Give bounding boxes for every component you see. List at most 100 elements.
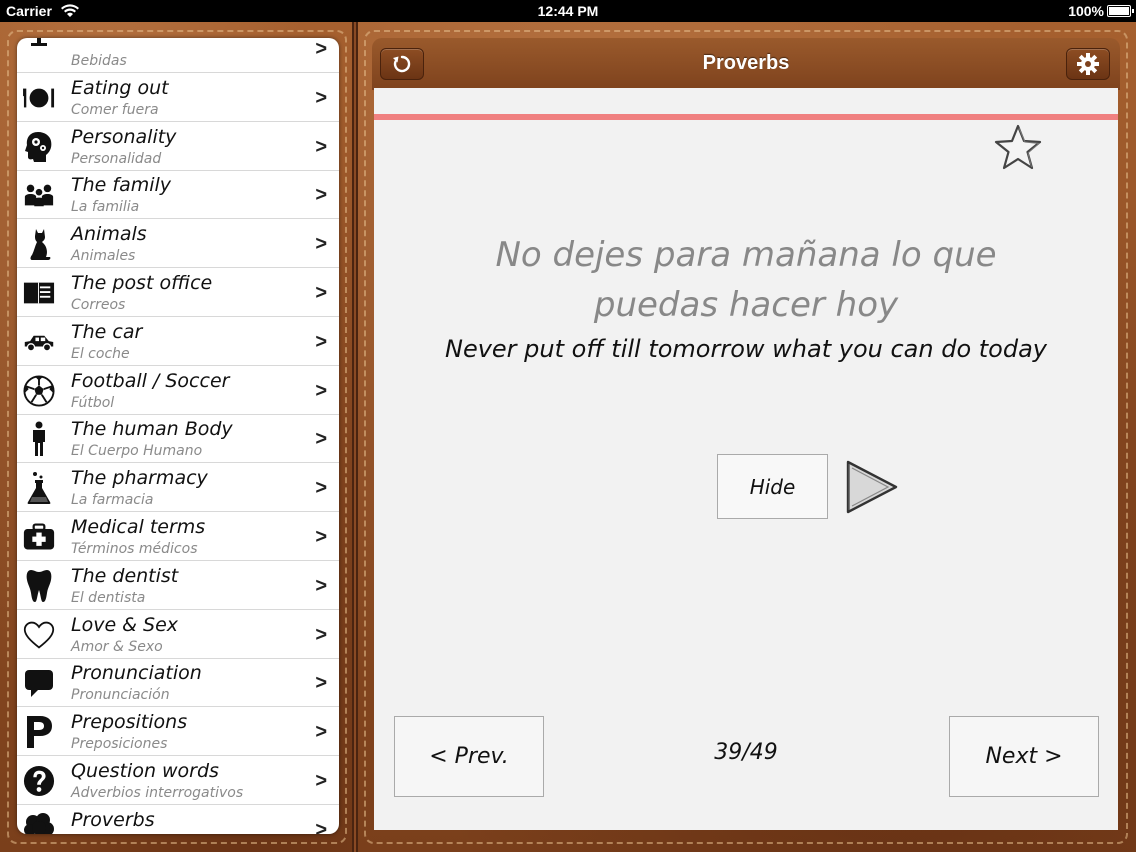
list-item-title: Animals	[71, 223, 147, 246]
chevron-right-icon: >	[315, 477, 327, 500]
chevron-right-icon: >	[315, 770, 327, 792]
next-button[interactable]: Next >	[949, 716, 1099, 797]
car-icon	[23, 326, 55, 358]
head-gears-icon	[23, 131, 55, 163]
chevron-right-icon: >	[315, 818, 327, 834]
chevron-right-icon: >	[315, 38, 327, 60]
list-item-subtitle: Correos	[71, 297, 126, 313]
medical-kit-icon	[23, 521, 55, 553]
list-item[interactable]: Prepositions Preposiciones >	[17, 707, 339, 757]
clock: 12:44 PM	[537, 3, 599, 19]
chevron-right-icon: >	[315, 623, 327, 646]
prev-button[interactable]: < Prev.	[394, 716, 544, 797]
list-item-subtitle: Personalidad	[71, 150, 162, 167]
list-item-title: Prepositions	[71, 711, 188, 734]
chevron-right-icon: >	[315, 282, 327, 304]
list-item[interactable]: The pharmacy La farmacia >	[17, 463, 339, 513]
list-item-subtitle: El Cuerpo Humano	[71, 443, 203, 460]
list-item[interactable]: The car El coche >	[17, 317, 339, 366]
chevron-right-icon: >	[315, 184, 327, 207]
list-item-title: Proverbs	[71, 808, 155, 831]
list-item-subtitle: El coche	[71, 345, 130, 362]
flask-icon	[23, 472, 55, 505]
chevron-right-icon: >	[315, 721, 327, 744]
gear-icon	[1077, 53, 1099, 75]
list-item-title: The pharmacy	[71, 467, 208, 490]
chevron-right-icon: >	[315, 233, 327, 256]
battery-icon	[1107, 5, 1134, 17]
list-item-subtitle: Pronunciación	[71, 687, 170, 704]
battery-percent: 100%	[1068, 3, 1104, 19]
list-item-title: The dentist	[71, 564, 179, 587]
list-item[interactable]: Love & Sex Amor & Sexo >	[17, 610, 339, 659]
list-item-subtitle: La farmacia	[71, 492, 154, 509]
mail-icon	[23, 277, 55, 309]
list-item[interactable]: ProverbsRefranes>	[17, 805, 339, 834]
list-item[interactable]: The human Body El Cuerpo Humano >	[17, 414, 339, 464]
list-item-title: Question words	[71, 760, 219, 782]
accent-line	[374, 114, 1118, 120]
spanish-proverb: No dejes para mañana lo que puedas hacer…	[495, 235, 997, 325]
topic-list[interactable]: Bebidas > Eating out Comer fuera > Personalit…	[17, 38, 339, 834]
list-item-title: The human Body	[71, 418, 233, 441]
hide-button[interactable]: Hide	[717, 454, 828, 519]
list-item-title: The post office	[71, 272, 213, 294]
list-item-title: Pronunciation	[71, 662, 202, 685]
list-item-title: Eating out	[71, 76, 169, 99]
chevron-right-icon: >	[315, 672, 327, 695]
list-item-subtitle: Comer fuera	[71, 101, 159, 118]
list-item[interactable]: Question words Adverbios interrogativos >	[17, 756, 339, 805]
person-icon	[23, 421, 55, 457]
list-item-subtitle: Amor & Sexo	[71, 638, 163, 655]
nav-title: Proverbs	[702, 52, 790, 74]
list-item-title: The car	[71, 320, 143, 343]
list-item[interactable]: Personality Personalidad >	[17, 122, 339, 171]
soccer-ball-icon	[23, 375, 55, 407]
english-translation: Never put off till tomorrow what you can…	[444, 335, 1047, 363]
list-item-subtitle: Fútbol	[71, 394, 115, 411]
list-item-subtitle: Animales	[71, 248, 136, 265]
cat-icon	[23, 228, 55, 261]
speech-bubble-icon	[23, 667, 55, 699]
settings-button[interactable]	[1066, 48, 1110, 80]
nav-bar: Proverbs	[372, 38, 1120, 90]
page-counter: 39/49	[714, 740, 778, 765]
tree-icon	[23, 812, 55, 834]
list-item-title: Football / Soccer	[71, 369, 230, 392]
chevron-right-icon: >	[315, 330, 327, 353]
chevron-right-icon: >	[315, 574, 327, 597]
favorite-star-icon[interactable]	[992, 122, 1044, 174]
tooth-icon	[23, 569, 55, 602]
chevron-right-icon: >	[315, 379, 327, 402]
list-item[interactable]: Animals Animales >	[17, 219, 339, 269]
list-item-subtitle: Términos médicos	[71, 541, 198, 557]
question-icon	[23, 765, 55, 797]
list-item[interactable]: Pronunciation Pronunciación >	[17, 658, 339, 708]
proverb-card: No dejes para mañana lo que puedas hacer…	[374, 88, 1118, 830]
chevron-right-icon: >	[315, 428, 327, 451]
list-item[interactable]: Bebidas >	[17, 38, 339, 73]
list-item-subtitle: La familia	[71, 199, 140, 216]
list-item-title: Medical terms	[71, 516, 206, 538]
chevron-right-icon: >	[315, 526, 327, 548]
list-item-title: Love & Sex	[71, 613, 179, 636]
list-item[interactable]: Eating out Comer fuera >	[17, 73, 339, 122]
list-item[interactable]: Medical terms Términos médicos >	[17, 512, 339, 561]
list-item-subtitle: El dentista	[71, 589, 146, 606]
chevron-right-icon: >	[315, 86, 327, 109]
list-item-subtitle: Preposiciones	[71, 736, 168, 753]
list-item-title: The family	[71, 174, 172, 197]
chevron-right-icon: >	[315, 135, 327, 158]
heart-icon	[23, 619, 55, 651]
list-item[interactable]: Football / Soccer Fútbol >	[17, 366, 339, 415]
play-audio-icon[interactable]	[844, 458, 900, 516]
list-item[interactable]: The dentist El dentista >	[17, 561, 339, 610]
list-item[interactable]: The family La familia >	[17, 170, 339, 220]
list-item[interactable]: The post office Correos >	[17, 268, 339, 317]
list-item-subtitle: Adverbios interrogativos	[71, 785, 244, 801]
plate-cutlery-icon	[23, 82, 55, 114]
list-item-title: Personality	[71, 125, 177, 148]
letter-p-icon	[23, 716, 55, 749]
drink-icon	[23, 38, 55, 65]
list-item-subtitle: Bebidas	[71, 53, 127, 69]
